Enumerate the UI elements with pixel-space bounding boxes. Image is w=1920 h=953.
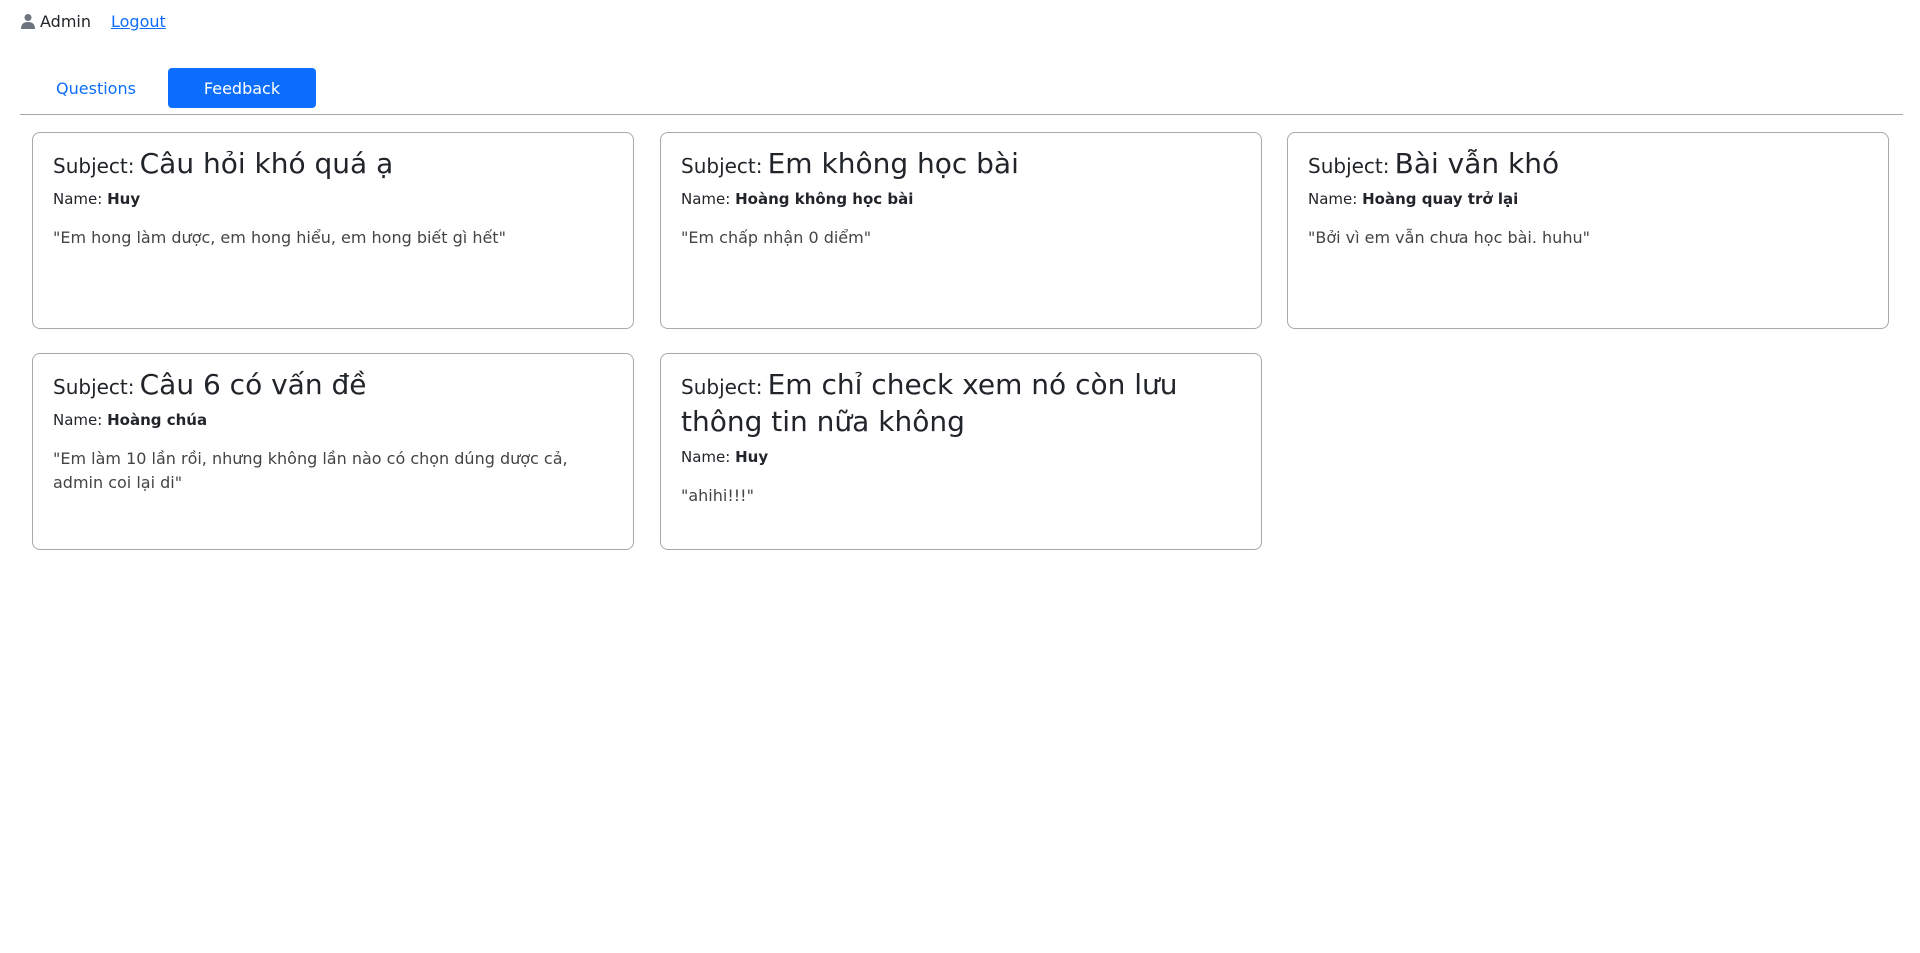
tab-questions[interactable]: Questions: [36, 68, 156, 108]
subject-value: Câu hỏi khó quá ạ: [139, 147, 394, 180]
name-label: Name:: [53, 190, 103, 208]
feedback-card: Subject: Câu hỏi khó quá ạ Name: Huy "Em…: [32, 132, 634, 329]
name-value: Huy: [735, 448, 769, 466]
name-value: Huy: [107, 190, 141, 208]
name-label: Name:: [681, 448, 731, 466]
name-label: Name:: [1308, 190, 1358, 208]
person-icon: [20, 13, 36, 29]
subject-label: Subject:: [53, 154, 135, 178]
name-label: Name:: [681, 190, 731, 208]
subject-label: Subject:: [53, 375, 135, 399]
feedback-message: "Bởi vì em vẫn chưa học bài. huhu": [1308, 228, 1590, 247]
name-line: Name: Hoàng quay trở lại: [1308, 190, 1868, 208]
name-value: Hoàng chúa: [107, 411, 208, 429]
feedback-card: Subject: Em không học bài Name: Hoàng kh…: [660, 132, 1262, 329]
subject-line: Subject: Bài vẫn khó: [1308, 147, 1868, 184]
feedback-message: "ahihi!!!": [681, 486, 754, 505]
tab-bar: Questions Feedback: [20, 68, 1903, 115]
subject-line: Subject: Em không học bài: [681, 147, 1241, 184]
subject-value: Em không học bài: [767, 147, 1019, 180]
feedback-message: "Em hong làm dược, em hong hiểu, em hong…: [53, 228, 506, 247]
name-value: Hoàng không học bài: [735, 190, 914, 208]
feedback-message: "Em chấp nhận 0 diểm": [681, 228, 872, 247]
logout-link[interactable]: Logout: [111, 12, 166, 31]
name-label: Name:: [53, 411, 103, 429]
feedback-card: Subject: Câu 6 có vấn đề Name: Hoàng chú…: [32, 353, 634, 550]
subject-line: Subject: Em chỉ check xem nó còn lưu thô…: [681, 368, 1241, 442]
subject-value: Bài vẫn khó: [1394, 147, 1560, 180]
user-name: Admin: [40, 11, 91, 31]
subject-label: Subject:: [681, 154, 763, 178]
name-line: Name: Huy: [53, 190, 613, 208]
feedback-message: "Em làm 10 lần rồi, nhưng không lần nào …: [53, 449, 568, 492]
name-line: Name: Hoàng không học bài: [681, 190, 1241, 208]
user-bar: Admin Logout: [20, 10, 166, 32]
feedback-card: Subject: Em chỉ check xem nó còn lưu thô…: [660, 353, 1262, 550]
subject-line: Subject: Câu 6 có vấn đề: [53, 368, 613, 405]
name-line: Name: Huy: [681, 448, 1241, 466]
subject-label: Subject:: [1308, 154, 1390, 178]
feedback-card: Subject: Bài vẫn khó Name: Hoàng quay tr…: [1287, 132, 1889, 329]
name-line: Name: Hoàng chúa: [53, 411, 613, 429]
subject-value: Câu 6 có vấn đề: [139, 368, 367, 401]
tab-feedback[interactable]: Feedback: [168, 68, 316, 108]
subject-line: Subject: Câu hỏi khó quá ạ: [53, 147, 613, 184]
subject-label: Subject:: [681, 375, 763, 399]
name-value: Hoàng quay trở lại: [1362, 190, 1519, 208]
